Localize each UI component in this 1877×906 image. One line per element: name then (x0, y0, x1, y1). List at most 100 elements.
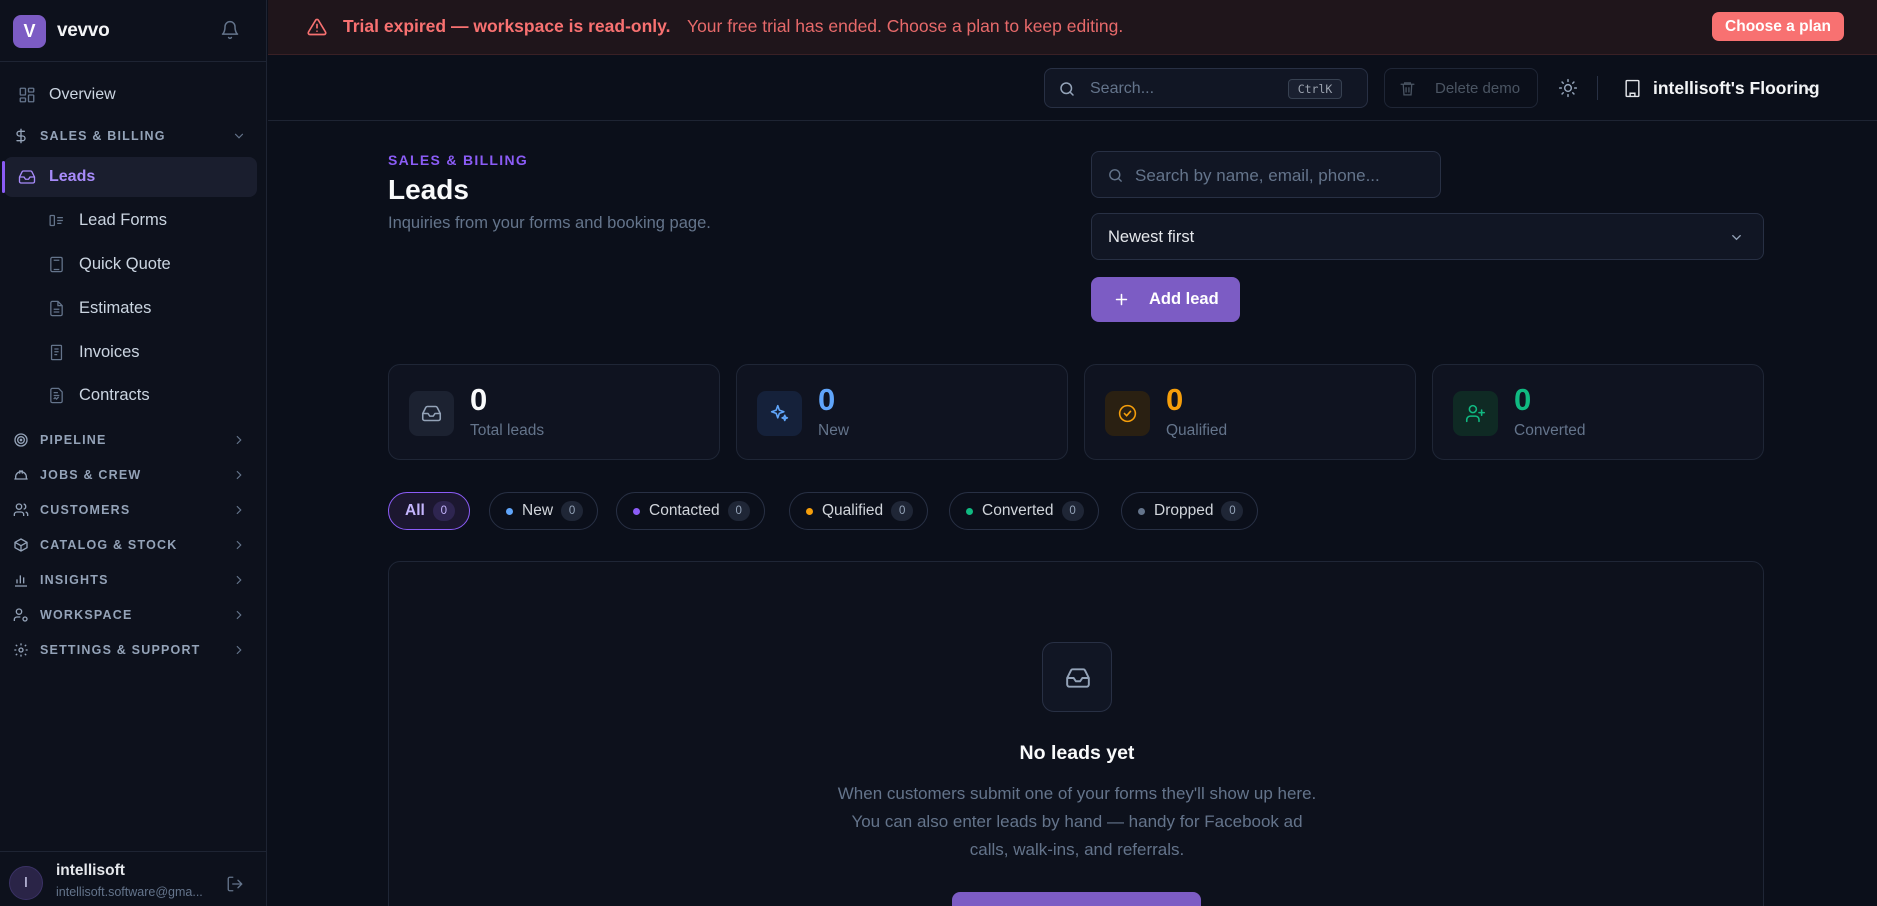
chevron-down-icon (1804, 85, 1814, 91)
brand-name[interactable]: vevvo (57, 20, 110, 42)
check-circle-icon (1118, 404, 1137, 423)
chip-count: 0 (1061, 501, 1084, 521)
delete-demo-button[interactable]: Delete demo (1384, 68, 1538, 108)
user-email: intellisoft.software@gma... (56, 885, 203, 899)
stat-label: Total leads (470, 422, 545, 439)
section-label: SETTINGS & SUPPORT (40, 643, 201, 657)
stat-icon-box (1453, 391, 1498, 436)
section-sales-billing[interactable]: SALES & BILLING (0, 121, 260, 151)
chevron-down-icon (234, 133, 244, 139)
chip-label: All (405, 502, 425, 519)
trash-icon (1400, 82, 1415, 96)
sidebar-item-contracts[interactable]: Contracts (40, 376, 260, 414)
chevron-right-icon (236, 470, 242, 480)
sidebar-item-overview[interactable]: Overview (4, 75, 257, 115)
section-settings-support[interactable]: SETTINGS & SUPPORT (0, 635, 260, 665)
building-icon (1625, 79, 1640, 98)
page-eyebrow: SALES & BILLING (388, 152, 529, 168)
section-workspace[interactable]: WORKSPACE (0, 600, 260, 630)
lead-search-input[interactable]: Search by name, email, phone... (1091, 151, 1441, 198)
sidebar-item-label: Invoices (79, 342, 140, 361)
page-subtitle: Inquiries from your forms and booking pa… (388, 214, 711, 232)
chevron-down-icon (1732, 235, 1741, 241)
filter-chip-new[interactable]: New 0 (489, 492, 599, 530)
sidebar-item-label: Contracts (79, 385, 150, 404)
add-lead-button[interactable]: Add lead (1091, 277, 1240, 322)
sort-select[interactable]: Newest first (1091, 213, 1764, 260)
status-dot (506, 507, 513, 515)
sun-icon[interactable] (1558, 78, 1578, 98)
sidebar-item-label: Leads (49, 168, 96, 185)
sidebar-item-invoices[interactable]: Invoices (40, 333, 260, 371)
warning-icon (307, 18, 327, 36)
bell-icon[interactable] (220, 20, 240, 40)
stat-card-total: 0 Total leads (388, 364, 720, 460)
sidebar-item-estimates[interactable]: Estimates (40, 289, 260, 327)
filter-chip-dropped[interactable]: Dropped 0 (1121, 492, 1259, 530)
section-catalog-stock[interactable]: CATALOG & STOCK (0, 530, 260, 560)
user-name: intellisoft (56, 862, 125, 879)
section-label: INSIGHTS (40, 573, 109, 587)
sidebar: V vevvo Overview SALES & BILLING Leads L… (0, 0, 267, 906)
avatar[interactable]: I (9, 866, 43, 900)
sidebar-item-label: Quick Quote (79, 254, 171, 273)
chevron-right-icon (236, 575, 242, 585)
section-insights[interactable]: INSIGHTS (0, 565, 260, 595)
package-icon (14, 538, 28, 552)
section-jobs-crew[interactable]: JOBS & CREW (0, 460, 260, 490)
user-plus-icon (1465, 404, 1486, 423)
sparkles-icon (770, 404, 789, 422)
chip-label: Contacted (649, 502, 720, 519)
stat-label: New (818, 422, 850, 439)
empty-add-lead-button[interactable] (952, 892, 1201, 906)
section-pipeline[interactable]: PIPELINE (0, 425, 260, 455)
stat-icon-box (1105, 391, 1150, 436)
search-icon (1109, 169, 1122, 182)
chip-label: Qualified (822, 502, 884, 519)
gear-icon (14, 643, 28, 657)
user-profile[interactable]: I intellisoft intellisoft.software@gma..… (0, 851, 267, 906)
stat-card-new: 0 New (736, 364, 1068, 460)
empty-description: When customers submit one of your forms … (837, 784, 1317, 859)
section-customers[interactable]: CUSTOMERS (0, 495, 260, 525)
filter-chip-all[interactable]: All 0 (388, 492, 470, 530)
lead-search-placeholder: Search by name, email, phone... (1135, 166, 1380, 185)
sidebar-item-leads[interactable]: Leads (2, 157, 257, 197)
filter-chip-contacted[interactable]: Contacted 0 (616, 492, 765, 530)
chevron-right-icon (236, 435, 242, 445)
stat-value: 0 (1514, 382, 1532, 417)
status-dot (1138, 507, 1145, 515)
chip-count: 0 (891, 501, 914, 521)
filter-chip-qualified[interactable]: Qualified 0 (789, 492, 929, 530)
chip-label: Dropped (1154, 502, 1214, 519)
page-title: Leads (388, 174, 469, 205)
divider (1597, 76, 1598, 100)
global-search-input[interactable]: Search... CtrlK (1044, 68, 1368, 108)
stat-value: 0 (1166, 382, 1184, 417)
inbox-icon (1066, 668, 1090, 688)
chip-count: 0 (1221, 501, 1244, 521)
logout-icon[interactable] (226, 875, 244, 893)
form-icon (49, 214, 63, 226)
filter-chip-converted[interactable]: Converted 0 (949, 492, 1099, 530)
section-label: PIPELINE (40, 433, 107, 447)
brand-logo[interactable]: V (13, 15, 46, 48)
grid-icon (19, 87, 35, 103)
section-label: JOBS & CREW (40, 468, 142, 482)
file-text-icon (50, 300, 63, 316)
plus-icon (1115, 293, 1128, 306)
choose-plan-button[interactable]: Choose a plan (1712, 12, 1844, 41)
topbar: Search... CtrlK Delete demo intellisoft'… (268, 56, 1877, 121)
sidebar-item-lead-forms[interactable]: Lead Forms (40, 201, 260, 239)
stat-icon-box (757, 391, 802, 436)
workspace-switcher[interactable]: intellisoft's Flooring (1623, 70, 1863, 106)
contract-icon (50, 387, 63, 403)
delete-demo-label: Delete demo (1435, 80, 1521, 97)
user-cog-icon (13, 608, 28, 622)
sidebar-item-quick-quote[interactable]: Quick Quote (40, 245, 260, 283)
add-lead-label: Add lead (1149, 290, 1219, 308)
chevron-right-icon (236, 540, 242, 550)
dollar-icon (16, 128, 26, 144)
banner-message: Your free trial has ended. Choose a plan… (687, 16, 1124, 36)
bar-chart-icon (15, 575, 27, 587)
